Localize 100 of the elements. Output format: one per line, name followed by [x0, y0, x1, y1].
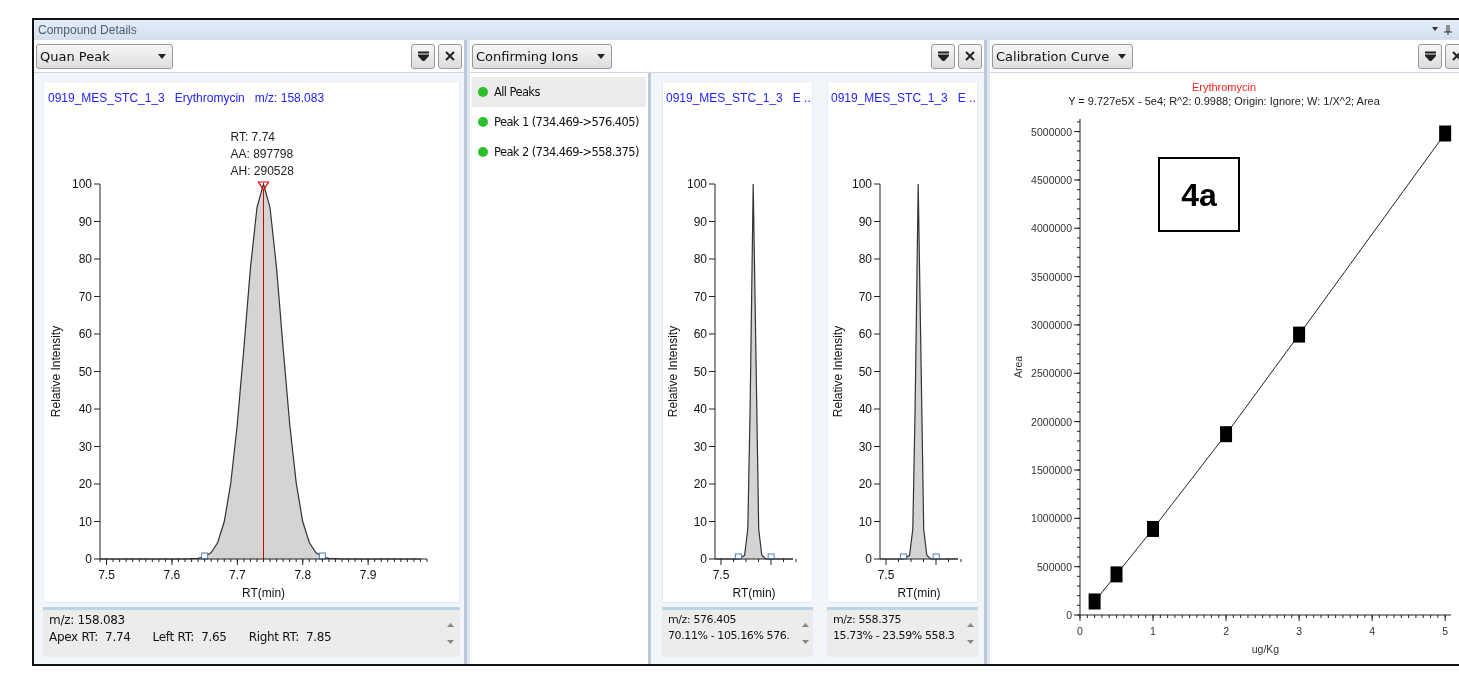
tick-label: 70	[693, 289, 707, 304]
close-icon	[1452, 51, 1459, 61]
filter-button[interactable]	[1418, 43, 1442, 69]
tick-label: 80	[858, 252, 872, 266]
status-dot-icon	[478, 147, 488, 157]
chart-title: 0919_MES_STC_1_3 E ..	[666, 91, 811, 105]
ion-list-item[interactable]: Peak 1 (734.469->576.405)	[472, 107, 646, 137]
scroll-up-icon[interactable]	[967, 623, 974, 628]
close-button[interactable]	[438, 43, 462, 69]
caret-icon	[597, 53, 605, 59]
tick-label: 0	[85, 552, 92, 566]
tick-label: 30	[858, 439, 872, 454]
ion-list-item[interactable]: Peak 2 (734.469->558.375)	[472, 137, 646, 167]
tick-label: 40	[693, 402, 707, 416]
tick-label: 20	[858, 477, 872, 491]
tick-label: 1	[1150, 625, 1156, 637]
filter-button[interactable]	[411, 43, 435, 69]
tick-label: 2000000	[1031, 415, 1072, 428]
data-point	[1110, 566, 1123, 583]
tick-label: 100	[686, 177, 707, 191]
status-dot-icon	[478, 117, 488, 127]
tick-label: 50	[858, 364, 872, 379]
filter-icon	[937, 51, 949, 61]
tick-label: 70	[78, 289, 92, 304]
tick-label: 7.5	[98, 568, 115, 582]
x-axis-label: RT(min)	[897, 586, 941, 600]
peak-annotation: AH: 290528	[230, 164, 294, 178]
tick-label: 80	[693, 252, 707, 266]
baseline-marker	[734, 553, 742, 560]
tick-label: 100	[71, 177, 92, 191]
tick-label: 60	[693, 327, 707, 341]
data-point	[1220, 426, 1233, 443]
tick-label: 20	[78, 477, 92, 491]
info-text: m/z: 558.375	[833, 613, 902, 626]
window-title: Compound Details	[38, 23, 137, 37]
tick-label: 30	[78, 439, 92, 454]
caret-icon	[1118, 53, 1126, 59]
close-button[interactable]	[958, 43, 982, 69]
y-axis-label: Relative Intensity	[831, 325, 845, 418]
tick-label: 60	[858, 327, 872, 341]
tick-label: 2	[1223, 625, 1229, 637]
scroll-up-icon[interactable]	[802, 623, 809, 628]
view-dropdown[interactable]: Calibration Curve	[992, 43, 1133, 69]
tick-label: 90	[78, 214, 92, 229]
filter-icon	[1424, 51, 1436, 61]
tick-label: 2500000	[1031, 367, 1072, 380]
tick-label: 100	[851, 177, 872, 191]
scroll-up-icon[interactable]	[447, 623, 454, 628]
tick-label: 70	[858, 289, 872, 304]
tick-label: 7.9	[359, 568, 377, 582]
scroll-down-icon[interactable]	[447, 639, 454, 644]
view-dropdown[interactable]: Quan Peak	[36, 43, 173, 69]
baseline-marker	[932, 553, 940, 560]
tick-label: 30	[693, 439, 707, 454]
x-axis-label: ug/Kg	[1251, 643, 1280, 655]
tick-label: 7.5	[712, 568, 730, 582]
y-axis-label: Relative Intensity	[49, 325, 63, 418]
info-text: 70.11% - 105.16% 576.	[668, 629, 790, 642]
status-dot-icon	[478, 87, 488, 97]
apex-marker-icon	[257, 181, 270, 192]
tick-label: 1500000	[1031, 463, 1072, 476]
tick-label: 3	[1296, 625, 1302, 637]
regression-equation: Y = 9.727e5X - 5e4; R^2: 0.9988; Origin: Ignore; W: 1/X^2; Area	[1068, 95, 1380, 107]
tick-label: 50	[78, 364, 92, 379]
tick-label: 10	[78, 514, 92, 529]
peak-annotation: AA: 897798	[230, 147, 294, 161]
tick-label: 3500000	[1031, 270, 1072, 283]
scroll-down-icon[interactable]	[802, 639, 809, 644]
tick-label: 1000000	[1031, 512, 1072, 525]
data-point	[1293, 326, 1306, 343]
tick-label: 5	[1442, 625, 1449, 637]
tick-label: 0	[1077, 625, 1083, 637]
scroll-down-icon[interactable]	[967, 639, 974, 644]
tick-label: 7.5	[877, 568, 895, 582]
data-point	[1147, 520, 1160, 537]
tick-label: 500000	[1036, 560, 1072, 573]
chart-title: Erythromycin	[1191, 81, 1257, 93]
y-axis-label: Relative Intensity	[666, 325, 680, 418]
x-axis-label: RT(min)	[732, 586, 776, 600]
pin-icon[interactable]	[1431, 24, 1455, 36]
ion-list-item[interactable]: All Peaks	[472, 77, 646, 107]
chart-title: 0919_MES_STC_1_3 Erythromycin m/z: 158.083	[48, 91, 325, 105]
view-dropdown[interactable]: Confirming Ions	[472, 43, 612, 69]
filter-button[interactable]	[931, 43, 955, 69]
tick-label: 10	[858, 514, 872, 529]
info-text: Right RT: 7.85	[248, 630, 332, 644]
info-text: Apex RT: 7.74	[49, 630, 131, 644]
tick-label: 4	[1369, 625, 1376, 637]
data-point	[1088, 593, 1101, 610]
data-point	[1439, 125, 1452, 142]
tick-label: 7.7	[229, 568, 246, 582]
tick-label: 4500000	[1031, 173, 1072, 186]
tick-label: 90	[858, 214, 872, 229]
filter-icon	[417, 51, 429, 61]
tick-label: 20	[693, 477, 707, 491]
figure-label: 4a	[1181, 177, 1217, 213]
tick-label: 50	[693, 364, 707, 379]
tick-label: 40	[858, 402, 872, 416]
tick-label: 80	[78, 252, 92, 266]
info-text: m/z: 158.083	[49, 613, 125, 627]
